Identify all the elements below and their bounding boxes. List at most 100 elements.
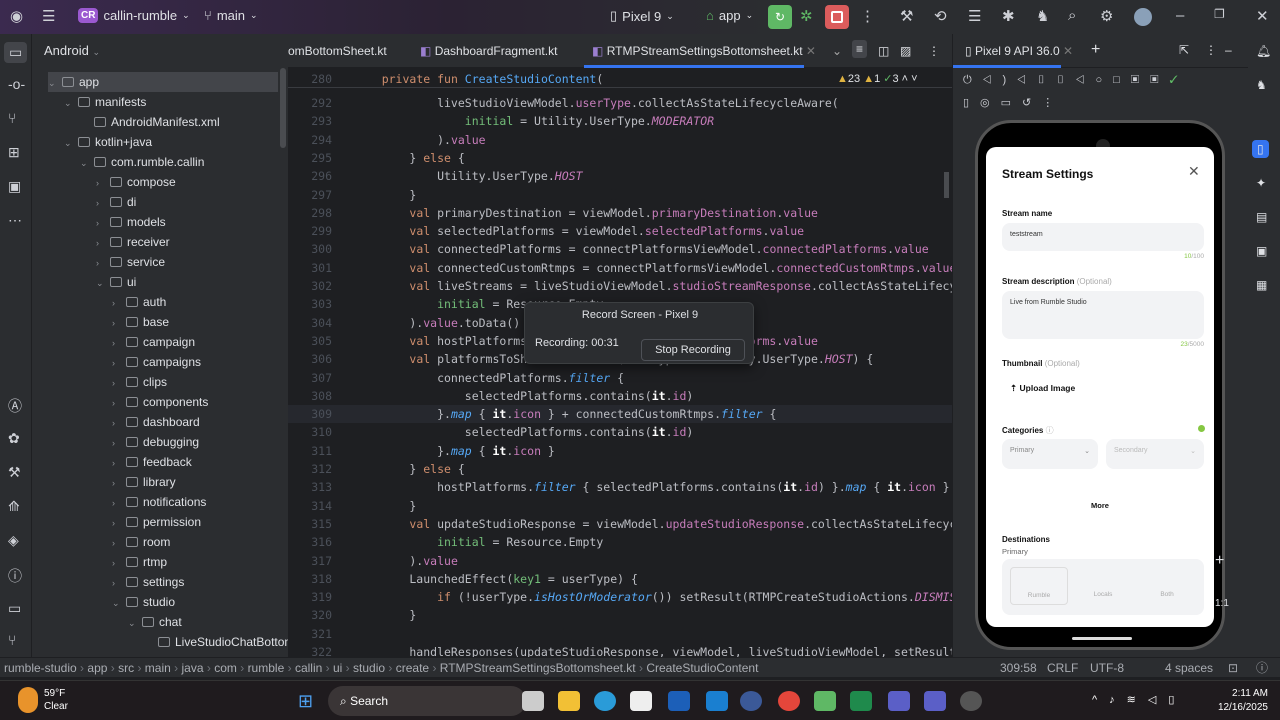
breadcrumb-item[interactable]: ui [333, 661, 342, 675]
code-line[interactable]: 317 ).value [288, 552, 952, 570]
tree-item[interactable]: › dashboard [112, 412, 200, 432]
chevron-icon[interactable]: › [112, 533, 126, 553]
problems-icon[interactable]: ⓘ [8, 566, 22, 586]
code-line[interactable]: 300 val connectedPlatforms = connectPlat… [288, 240, 952, 258]
chevron-icon[interactable]: › [112, 493, 126, 513]
version-control-icon[interactable]: ⑂ [8, 632, 16, 648]
code-line[interactable]: 319 if (!userType.isHostOrModerator()) s… [288, 588, 952, 606]
teams-icon[interactable] [888, 691, 910, 711]
outlook-icon[interactable] [706, 691, 728, 711]
line-separator[interactable]: CRLF [1047, 661, 1078, 675]
destination-rumble[interactable]: Rumble [1010, 567, 1068, 605]
tree-item[interactable]: › campaign [112, 332, 195, 352]
tree-item[interactable]: › components [112, 392, 208, 412]
editor-scrollbar[interactable] [944, 172, 949, 198]
breadcrumb-item[interactable]: CreateStudioContent [646, 661, 758, 675]
more-tools-icon[interactable]: ⋯ [8, 212, 22, 229]
breadcrumb-item[interactable]: RTMPStreamSettingsBottomsheet.kt [440, 661, 636, 675]
breadcrumb-item[interactable]: create [396, 661, 429, 675]
git-icon[interactable] [814, 691, 836, 711]
logcat-icon[interactable]: ⟰ [8, 498, 20, 515]
tree-item[interactable]: › feedback [112, 452, 192, 472]
breadcrumb-item[interactable]: java [182, 661, 204, 675]
chevron-icon[interactable]: › [112, 353, 126, 373]
obs-icon[interactable] [960, 691, 982, 711]
notifications-icon[interactable]: 🔔︎ [1256, 44, 1271, 58]
breadcrumb-item[interactable]: studio [353, 661, 385, 675]
tree-item[interactable]: › clips [112, 372, 167, 392]
caret-position[interactable]: 309:58 [1000, 661, 1037, 675]
close-icon[interactable]: ✕ [1188, 163, 1200, 180]
emulator-icon[interactable]: ▣ [1256, 244, 1267, 258]
code-line[interactable]: 292 liveStudioViewModel.userType.collect… [288, 94, 952, 112]
notifications-icon[interactable]: ⓘ [1256, 659, 1268, 676]
tree-item[interactable]: ⌄ studio [112, 592, 175, 612]
breadcrumb-item[interactable]: main [145, 661, 171, 675]
excel-icon[interactable] [850, 691, 872, 711]
tree-item[interactable]: › rtmp [112, 552, 167, 572]
resource-manager-icon[interactable]: ▣ [8, 178, 21, 195]
open-external-icon[interactable]: ⇱ [1179, 43, 1189, 57]
indent-setting[interactable]: 4 spaces [1165, 661, 1213, 675]
code-line[interactable]: 301 val connectedCustomRtmps = connectPl… [288, 259, 952, 277]
chevron-icon[interactable]: › [96, 173, 110, 193]
code-view-icon[interactable]: ≡ [852, 40, 868, 58]
store-icon[interactable] [630, 691, 652, 711]
code-line[interactable]: 294 ).value [288, 131, 952, 149]
chevron-icon[interactable]: ⌄ [48, 73, 62, 93]
code-line[interactable]: 312 } else { [288, 460, 952, 478]
tree-item[interactable]: › settings [112, 572, 184, 592]
chevron-icon[interactable]: › [112, 293, 126, 313]
code-line[interactable]: 307 connectedPlatforms.filter { [288, 369, 952, 387]
tree-item[interactable]: › models [96, 212, 166, 232]
restore-icon[interactable]: ❐ [1214, 7, 1225, 21]
close-tab-icon[interactable]: ✕ [1063, 44, 1073, 58]
close-icon[interactable]: ✕ [1256, 7, 1269, 25]
code-line[interactable]: 316 initial = Resource.Empty [288, 533, 952, 551]
emulator-toolbar[interactable]: ⏻◁)◁▯▯◁○□▣▣✓ [963, 74, 1189, 87]
chevron-icon[interactable]: › [96, 253, 110, 273]
code-line[interactable]: 295 } else { [288, 149, 952, 167]
breadcrumb-item[interactable]: app [87, 661, 107, 675]
tree-item[interactable]: LiveStudioChatBottom [144, 632, 294, 652]
code-analysis-icon[interactable]: ⟲ [934, 7, 947, 25]
tree-item[interactable]: ⌄ com.rumble.callin [80, 152, 204, 172]
zoom-in-icon[interactable]: + [1215, 552, 1224, 570]
chevron-icon[interactable]: ⌄ [80, 153, 94, 173]
tree-item[interactable]: › base [112, 312, 169, 332]
stop-button[interactable] [825, 5, 849, 29]
file-encoding[interactable]: UTF-8 [1090, 661, 1124, 675]
edge-icon[interactable] [594, 691, 616, 711]
more-button[interactable]: More [986, 501, 1214, 510]
code-line[interactable]: 318 LaunchedEffect(key1 = userType) { [288, 570, 952, 588]
system-tray[interactable]: ^♪≋◁▯ [1092, 693, 1186, 706]
gradle-icon[interactable]: ♞ [1256, 78, 1267, 92]
destination-locals[interactable]: Locals [1074, 567, 1132, 605]
tree-item[interactable]: › library [112, 472, 176, 492]
tree-item[interactable]: › auth [112, 292, 166, 312]
lock-icon[interactable]: ⊡ [1228, 661, 1238, 675]
code-line[interactable]: 310 selectedPlatforms.contains(it.id) [288, 423, 952, 441]
more-icon[interactable]: ⋮ [860, 7, 875, 25]
layout-inspector-icon[interactable]: ▦ [1256, 278, 1267, 292]
code-line[interactable]: 296 Utility.UserType.HOST [288, 167, 952, 185]
file-explorer-icon[interactable] [558, 691, 580, 711]
tree-item[interactable]: ⌄ ui [96, 272, 136, 292]
chevron-icon[interactable]: › [112, 413, 126, 433]
close-tab-icon[interactable]: ✕ [806, 44, 816, 58]
gradle-icon[interactable]: ✿ [8, 430, 20, 447]
running-devices-icon[interactable]: ▯ [1252, 140, 1269, 158]
code-line[interactable]: 311 }.map { it.icon } [288, 442, 952, 460]
minimize-icon[interactable]: – [1176, 7, 1184, 24]
chevron-icon[interactable]: › [96, 193, 110, 213]
settings-icon[interactable]: ⚙ [1100, 7, 1113, 25]
tab-list-chevron-icon[interactable]: ⌄ [832, 44, 842, 58]
run-config-selector[interactable]: ⌂ app ⌄ [706, 8, 753, 23]
chevron-icon[interactable]: › [96, 233, 110, 253]
device-selector[interactable]: ▯ Pixel 9 ⌄ [610, 8, 674, 24]
tree-item[interactable]: ⌄ kotlin+java [64, 132, 152, 152]
tree-item[interactable]: › room [112, 532, 170, 552]
chevron-icon[interactable]: ⌄ [112, 593, 126, 613]
code-line[interactable]: 293 initial = Utility.UserType.MODERATOR [288, 112, 952, 130]
gradle-icon[interactable]: ♞ [1036, 7, 1049, 25]
